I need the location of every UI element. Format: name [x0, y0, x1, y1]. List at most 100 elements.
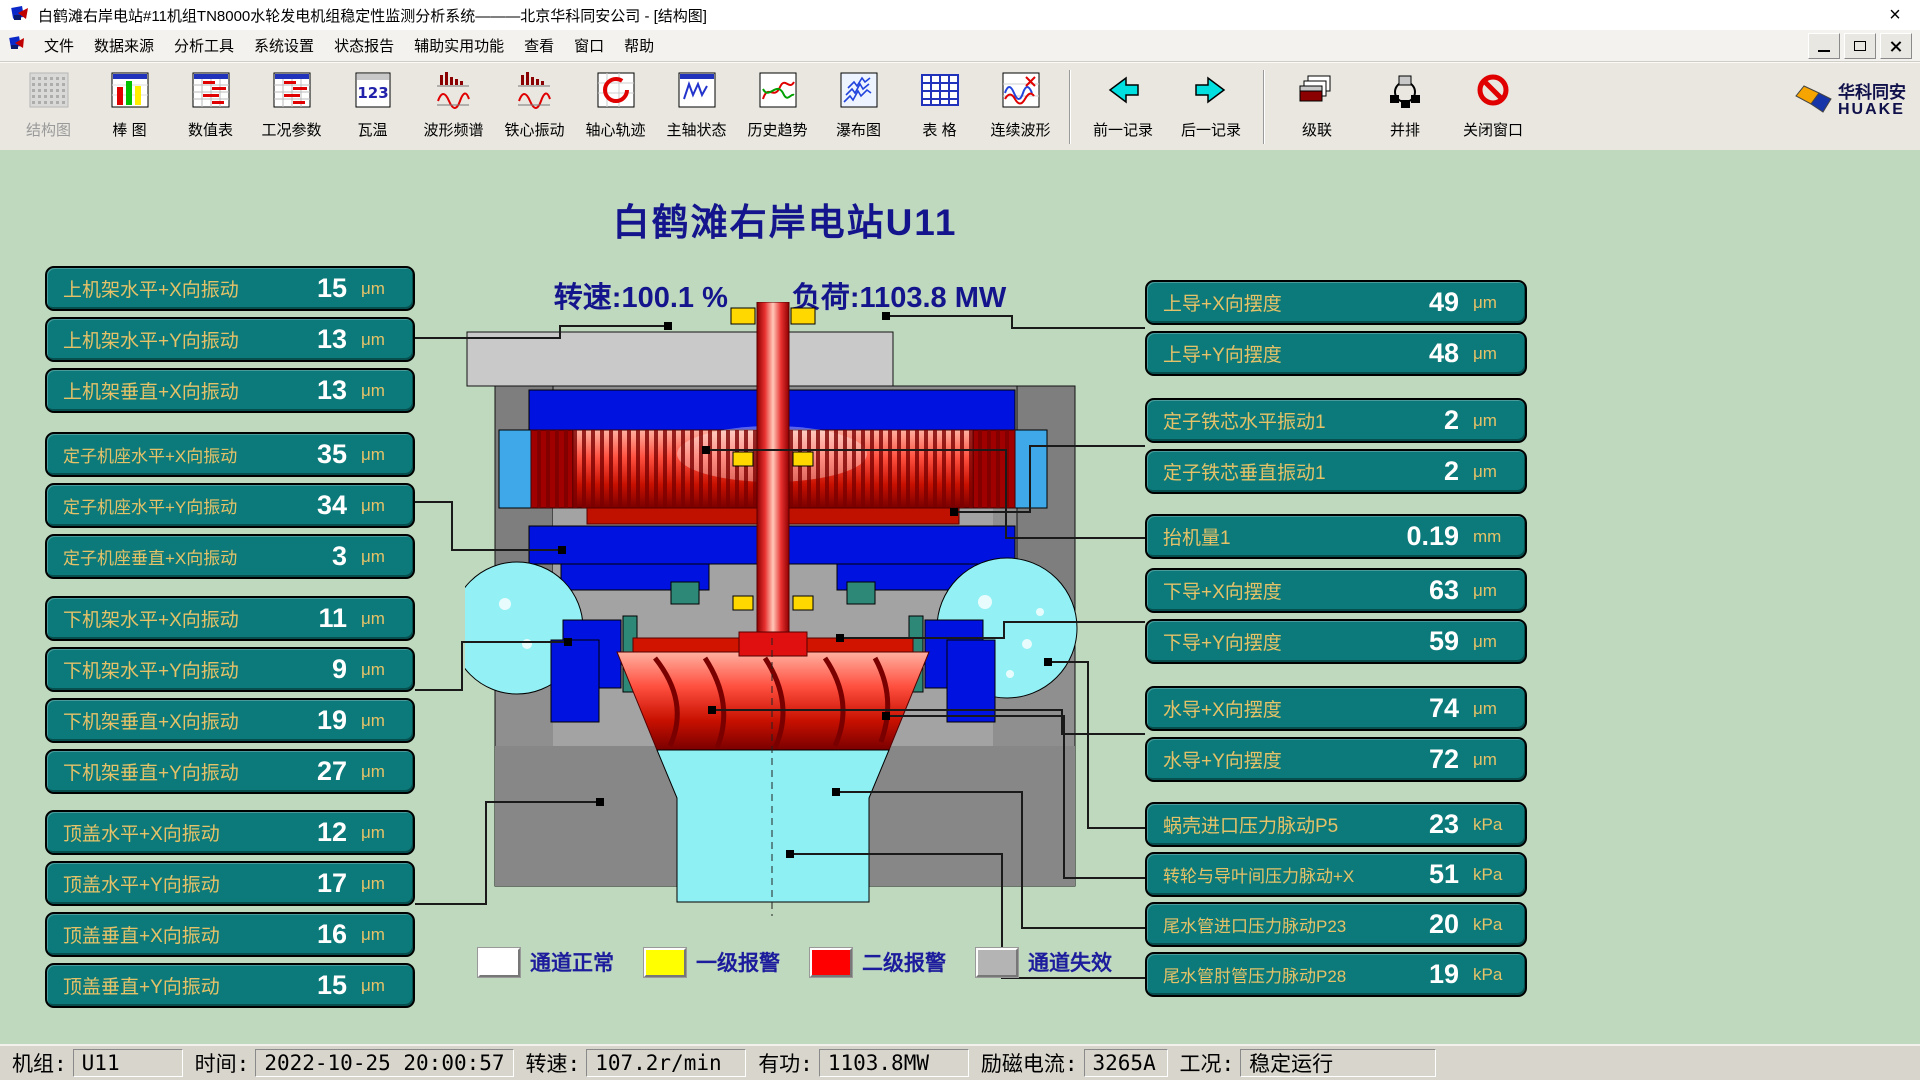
toolbar-button-label: 轴心轨迹: [585, 119, 645, 140]
tile-button[interactable]: 并排: [1361, 69, 1449, 140]
legend-item: 通道失效: [976, 947, 1112, 977]
alarm-legend: 通道正常一级报警二级报警通道失效: [465, 947, 1125, 977]
core-vibration-button[interactable]: 铁心振动: [494, 69, 575, 140]
cascade-icon: [1294, 71, 1340, 116]
measurement-value: 3: [283, 541, 347, 572]
status-field: 机组:U11: [6, 1048, 183, 1078]
measurement-unit: mm: [1473, 527, 1515, 547]
condition-params-button[interactable]: 工况参数: [251, 69, 332, 140]
measurement-row[interactable]: 上导+Y向摆度48μm: [1145, 331, 1527, 376]
measurement-row[interactable]: 定子机座水平+X向振动35μm: [45, 432, 415, 477]
huake-logo: 华科同安HUAKE: [1792, 69, 1906, 119]
next-record-button[interactable]: 后一记录: [1167, 69, 1255, 140]
measurement-unit: μm: [361, 874, 403, 894]
measurement-row[interactable]: 顶盖水平+X向振动12μm: [45, 810, 415, 855]
grid-table-icon: [917, 71, 963, 116]
huake-logo-icon: [1792, 83, 1832, 119]
measurement-row[interactable]: 下导+Y向摆度59μm: [1145, 619, 1527, 664]
numeric-table-button[interactable]: 数值表: [170, 69, 251, 140]
measurement-value: 17: [283, 868, 347, 899]
shaft-status-button[interactable]: 主轴状态: [656, 69, 737, 140]
measurement-label: 定子机座垂直+X向振动: [63, 544, 283, 569]
measurement-unit: μm: [1473, 632, 1515, 652]
measurement-unit: μm: [361, 445, 403, 465]
measurement-row[interactable]: 下导+X向摆度63μm: [1145, 568, 1527, 613]
measurement-row[interactable]: 水导+Y向摆度72μm: [1145, 737, 1527, 782]
core-vibration-icon: [512, 71, 558, 116]
waterfall-button[interactable]: 瀑布图: [818, 69, 899, 140]
close-button[interactable]: [1880, 33, 1912, 59]
measurement-row[interactable]: 转轮与导叶间压力脉动+X51kPa: [1145, 852, 1527, 897]
measurement-row[interactable]: 顶盖水平+Y向振动17 μm: [45, 861, 415, 906]
measurement-unit: μm: [361, 496, 403, 516]
measurement-row[interactable]: 上机架水平+X向振动15μm: [45, 266, 415, 311]
menu-item-5[interactable]: 辅助实用功能: [404, 31, 514, 60]
measurement-row[interactable]: 下机架垂直+Y向振动27μm: [45, 749, 415, 794]
menu-item-2[interactable]: 分析工具: [164, 31, 244, 60]
measurement-row[interactable]: 定子铁芯水平振动12μm: [1145, 398, 1527, 443]
restore-button[interactable]: [1844, 33, 1876, 59]
grid-table-button[interactable]: 表 格: [899, 69, 980, 140]
bearing-pad: [733, 452, 753, 466]
menu-items: 文件数据来源分析工具系统设置状态报告辅助实用功能查看窗口帮助: [34, 31, 664, 60]
measurement-row[interactable]: 抬机量10.19mm: [1145, 514, 1527, 559]
orbit-button[interactable]: 轴心轨迹: [575, 69, 656, 140]
legend-label: 通道失效: [1028, 947, 1112, 977]
measurement-label: 下机架垂直+X向振动: [63, 707, 283, 734]
measurement-label: 顶盖水平+Y向振动: [63, 870, 283, 897]
close-window-button[interactable]: 关闭窗口: [1449, 69, 1537, 140]
prev-record-icon: [1100, 71, 1146, 116]
measurement-value: 72: [1395, 744, 1459, 775]
huake-logo-line1: 华科同安: [1838, 84, 1906, 102]
menu-item-3[interactable]: 系统设置: [244, 31, 324, 60]
toolbar: 结构图棒 图数值表工况参数123瓦温波形频谱铁心振动轴心轨迹主轴状态历史趋势瀑布…: [0, 62, 1920, 150]
menu-item-8[interactable]: 帮助: [614, 31, 664, 60]
measurement-unit: μm: [361, 925, 403, 945]
legend-swatch: [976, 948, 1018, 977]
menu-item-1[interactable]: 数据来源: [84, 31, 164, 60]
menu-item-6[interactable]: 查看: [514, 31, 564, 60]
measurement-row[interactable]: 上机架水平+Y向振动13μm: [45, 317, 415, 362]
measurement-row[interactable]: 下机架水平+Y向振动9μm: [45, 647, 415, 692]
continuous-wave-button[interactable]: 连续波形: [980, 69, 1061, 140]
window-close-button[interactable]: ×: [1880, 4, 1910, 27]
measurement-row[interactable]: 顶盖垂直+X向振动16μm: [45, 912, 415, 957]
measurement-value: 34: [283, 490, 347, 521]
measurement-unit: μm: [361, 711, 403, 731]
measurement-row[interactable]: 定子机座水平+Y向振动34 μm: [45, 483, 415, 528]
status-field: 有功:1103.8MW: [752, 1048, 969, 1078]
measurement-unit: μm: [361, 547, 403, 567]
measurement-row[interactable]: 顶盖垂直+Y向振动15μm: [45, 963, 415, 1008]
measurement-row[interactable]: 定子机座垂直+X向振动3 μm: [45, 534, 415, 579]
menu-item-0[interactable]: 文件: [34, 31, 84, 60]
pad-temp-button[interactable]: 123瓦温: [332, 69, 413, 140]
measurement-row[interactable]: 上机架垂直+X向振动13μm: [45, 368, 415, 413]
measurement-label: 尾水管肘管压力脉动P28: [1163, 962, 1395, 987]
close-icon: [1890, 40, 1902, 52]
measurement-row[interactable]: 尾水管肘管压力脉动P2819kPa: [1145, 952, 1527, 997]
measurement-row[interactable]: 尾水管进口压力脉动P2320kPa: [1145, 902, 1527, 947]
measurement-row[interactable]: 上导+X向摆度49μm: [1145, 280, 1527, 325]
toolbar-button-label: 棒 图: [112, 119, 146, 140]
prev-record-button[interactable]: 前一记录: [1079, 69, 1167, 140]
cascade-button[interactable]: 级联: [1273, 69, 1361, 140]
measurement-unit: μm: [1473, 344, 1515, 364]
bar-chart-button[interactable]: 棒 图: [89, 69, 170, 140]
measurement-row[interactable]: 下机架水平+X向振动11μm: [45, 596, 415, 641]
measurement-row[interactable]: 水导+X向摆度74μm: [1145, 686, 1527, 731]
menu-item-4[interactable]: 状态报告: [324, 31, 404, 60]
history-trend-button[interactable]: 历史趋势: [737, 69, 818, 140]
measurement-label: 上导+Y向摆度: [1163, 340, 1395, 367]
measurement-label: 下导+Y向摆度: [1163, 628, 1395, 655]
measurement-row[interactable]: 下机架垂直+X向振动19μm: [45, 698, 415, 743]
status-field-label: 机组:: [6, 1048, 73, 1078]
measurement-label: 定子机座水平+Y向振动: [63, 493, 283, 518]
measurement-row[interactable]: 定子铁芯垂直振动12μm: [1145, 449, 1527, 494]
measurement-row[interactable]: 蜗壳进口压力脉动P523kPa: [1145, 802, 1527, 847]
spectrum-button[interactable]: 波形频谱: [413, 69, 494, 140]
menu-item-7[interactable]: 窗口: [564, 31, 614, 60]
measurement-unit: μm: [361, 609, 403, 629]
minimize-button[interactable]: [1808, 33, 1840, 59]
measurement-label: 上导+X向摆度: [1163, 289, 1395, 316]
spectrum-icon: [431, 71, 477, 116]
